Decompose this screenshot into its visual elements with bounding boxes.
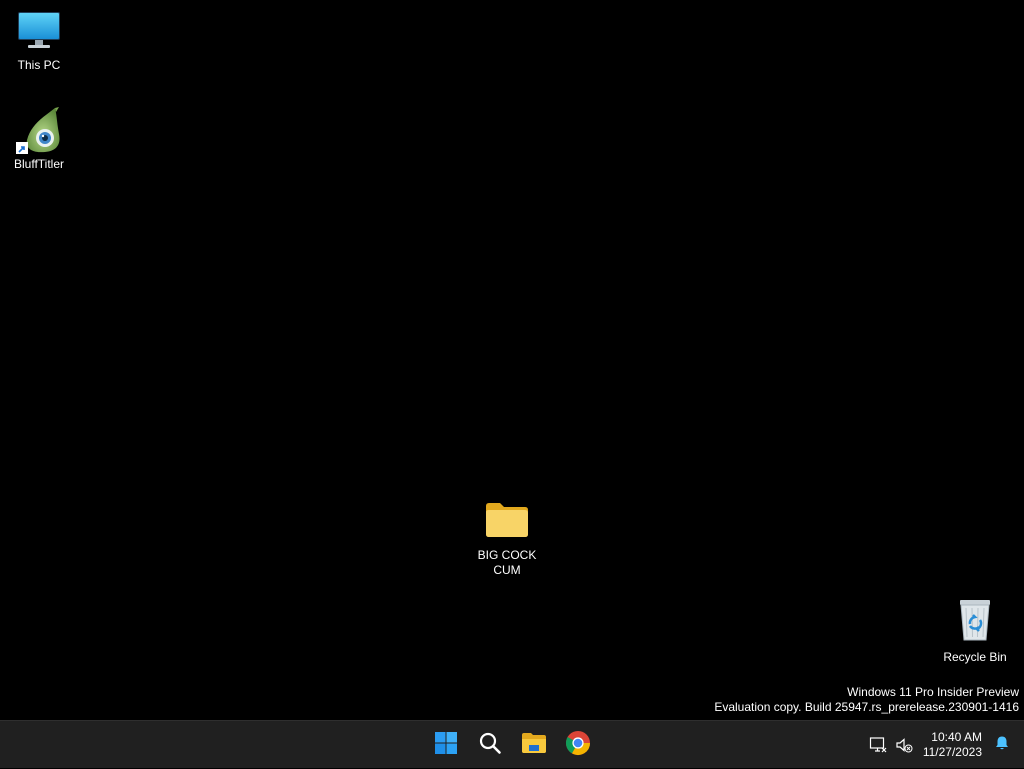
recycle-bin-icon: [952, 596, 998, 647]
chrome-button[interactable]: [558, 725, 598, 765]
taskbar: 10:40 AM 11/27/2023: [0, 720, 1024, 768]
watermark-line-edition: Windows 11 Pro Insider Preview: [847, 685, 1019, 699]
blufftitler-icon: [15, 106, 63, 154]
evaluation-watermark: Windows 11 Pro Insider Preview Evaluatio…: [714, 685, 1019, 715]
clock-date: 11/27/2023: [922, 745, 982, 759]
desktop-icon-label: This PC: [17, 58, 61, 72]
search-button[interactable]: [470, 725, 510, 765]
shortcut-arrow-icon: [16, 142, 28, 154]
start-button[interactable]: [426, 725, 466, 765]
windows-start-icon: [434, 731, 458, 760]
desktop-icon-folder[interactable]: BIG COCK CUM: [469, 500, 545, 578]
desktop-icon-this-pc[interactable]: This PC: [1, 10, 77, 73]
desktop-icon-label: BluffTitler: [13, 157, 64, 171]
notification-button[interactable]: [988, 731, 1016, 759]
volume-muted-icon[interactable]: [892, 733, 916, 757]
taskbar-apps: [424, 721, 600, 769]
chrome-icon: [565, 730, 591, 761]
watermark-line-build: Evaluation copy. Build 25947.rs_prerelea…: [714, 700, 1019, 714]
desktop-icon-blufftitler[interactable]: BluffTitler: [1, 106, 77, 172]
folder-icon: [484, 500, 530, 545]
system-tray: 10:40 AM 11/27/2023: [865, 721, 1024, 769]
network-icon[interactable]: [866, 733, 890, 757]
search-icon: [478, 731, 502, 760]
taskbar-clock[interactable]: 10:40 AM 11/27/2023: [923, 730, 982, 760]
desktop[interactable]: This PC BluffTitler BIG COCK CUM Recycle…: [0, 0, 1024, 720]
desktop-icon-recycle-bin[interactable]: Recycle Bin: [937, 596, 1013, 665]
desktop-icon-label: Recycle Bin: [943, 650, 1007, 664]
monitor-icon: [16, 10, 62, 55]
clock-time: 10:40 AM: [931, 730, 982, 744]
notification-bell-icon: [994, 735, 1010, 756]
file-explorer-button[interactable]: [514, 725, 554, 765]
desktop-icon-label: BIG COCK CUM: [477, 548, 537, 577]
file-explorer-icon: [521, 731, 547, 760]
